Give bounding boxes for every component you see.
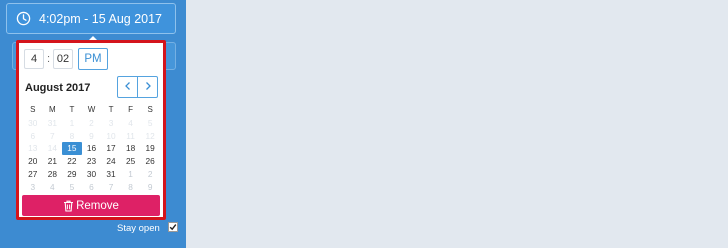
calendar-day[interactable]: 30 (82, 168, 102, 181)
calendar-day: 31 (47, 117, 57, 128)
calendar-day: 4 (128, 117, 133, 128)
calendar-day[interactable]: 4 (43, 181, 63, 194)
calendar-day[interactable]: 23 (82, 155, 102, 168)
calendar-day[interactable]: 22 (62, 155, 82, 168)
calendar-day[interactable]: 19 (140, 142, 160, 155)
date-picker-popup: 4 : 02 PM August 2017 S M T W T F S 30 3… (16, 40, 166, 220)
week-row: 20 21 22 23 24 25 26 (23, 155, 160, 168)
weekday-label: M (49, 105, 56, 114)
calendar-day[interactable]: 7 (101, 181, 121, 194)
month-title: August 2017 (25, 82, 91, 94)
weekday-label: T (108, 105, 114, 114)
hour-input[interactable]: 4 (24, 49, 44, 69)
sidebar: 4:02pm - 15 Aug 2017 4 : 02 PM August 20… (0, 0, 186, 248)
minute-input[interactable]: 02 (53, 49, 73, 69)
chevron-right-icon (144, 78, 152, 96)
calendar-day: 14 (47, 143, 57, 154)
weekday-label: S (147, 105, 153, 114)
prev-month-button[interactable] (118, 77, 137, 97)
calendar-day[interactable]: 17 (101, 142, 121, 155)
clock-icon (16, 11, 31, 26)
calendar-day[interactable]: 5 (62, 181, 82, 194)
remove-button-label: Remove (76, 199, 119, 212)
weekday-label: S (30, 105, 36, 114)
calendar-day[interactable]: 6 (82, 181, 102, 194)
calendar-day[interactable]: 3 (23, 181, 43, 194)
calendar-day[interactable]: 9 (140, 181, 160, 194)
calendar-day[interactable]: 26 (140, 155, 160, 168)
calendar-day[interactable]: 28 (43, 168, 63, 181)
weekday-label: W (87, 105, 96, 114)
calendar-day: 5 (147, 117, 153, 128)
datetime-trigger-label: 4:02pm - 15 Aug 2017 (39, 11, 163, 26)
calendar-day: 12 (145, 130, 155, 141)
chevron-left-icon (124, 78, 132, 96)
month-nav (117, 76, 158, 98)
calendar-day[interactable]: 27 (23, 168, 43, 181)
calendar-day: 7 (50, 130, 55, 141)
week-row: 27 28 29 30 31 1 2 (23, 168, 160, 181)
calendar-day: 1 (69, 117, 75, 128)
calendar-day[interactable]: 16 (82, 142, 102, 155)
calendar-day: 9 (89, 130, 94, 141)
calendar-day: 30 (28, 117, 38, 128)
calendar-day: 8 (69, 130, 75, 141)
weekday-header-row: S M T W T F S (23, 104, 160, 117)
calendar-day[interactable]: 25 (121, 155, 141, 168)
calendar-day: 11 (126, 130, 135, 141)
calendar-day: 13 (28, 143, 38, 154)
calendar-day: 6 (30, 130, 36, 141)
calendar-grid: S M T W T F S 30 31 1 2 3 4 5 6 7 8 9 10… (23, 104, 160, 194)
calendar-day-selected[interactable]: 15 (62, 142, 82, 156)
calendar-day[interactable]: 31 (101, 168, 121, 181)
calendar-day: 10 (106, 130, 116, 141)
calendar-day[interactable]: 1 (121, 168, 141, 181)
trash-icon (63, 200, 74, 212)
next-month-button[interactable] (137, 77, 157, 97)
calendar-day[interactable]: 20 (23, 155, 43, 168)
calendar-day[interactable]: 18 (121, 142, 141, 155)
stay-open-checkbox[interactable] (167, 221, 178, 232)
stay-open-row: Stay open (117, 221, 178, 234)
week-row: 3 4 5 6 7 8 9 (23, 181, 160, 194)
calendar-day[interactable]: 24 (101, 155, 121, 168)
calendar-day[interactable]: 21 (43, 155, 63, 168)
time-separator: : (46, 53, 51, 65)
week-row: 6 7 8 9 10 11 12 (23, 130, 160, 143)
time-row: 4 : 02 PM (24, 48, 108, 70)
calendar-day[interactable]: 2 (140, 168, 160, 181)
calendar-day: 3 (108, 117, 114, 128)
calendar-day: 2 (89, 117, 94, 128)
remove-button[interactable]: Remove (22, 195, 160, 216)
datetime-trigger-button[interactable]: 4:02pm - 15 Aug 2017 (6, 3, 176, 34)
week-row: 13 14 15 16 17 18 19 (23, 142, 160, 156)
weekday-label: F (128, 105, 134, 114)
stay-open-label: Stay open (117, 223, 160, 234)
weekday-label: T (69, 105, 75, 114)
week-row: 30 31 1 2 3 4 5 (23, 117, 160, 130)
calendar-day[interactable]: 29 (62, 168, 82, 181)
ampm-toggle-button[interactable]: PM (78, 48, 108, 70)
calendar-day[interactable]: 8 (121, 181, 141, 194)
